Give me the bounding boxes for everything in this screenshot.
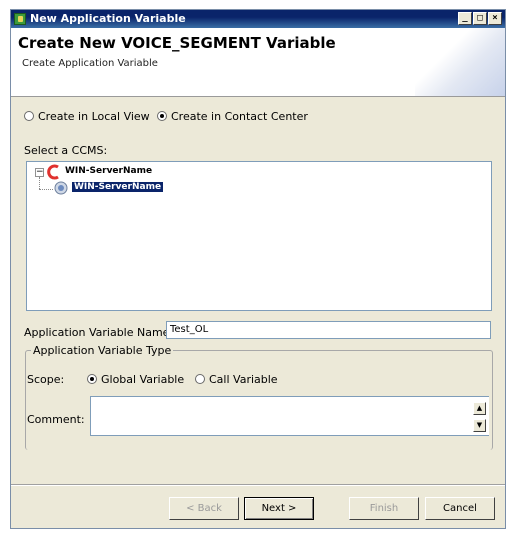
page-title: Create New VOICE_SEGMENT Variable <box>18 34 336 52</box>
local-view-label: Create in Local View <box>38 110 150 123</box>
call-variable-label: Call Variable <box>209 373 278 386</box>
call-variable-radio[interactable] <box>195 374 205 384</box>
variable-name-input[interactable]: Test_OL <box>166 321 491 339</box>
ccms-label: Select a CCMS: <box>24 144 108 157</box>
comment-scroll-up[interactable]: ▲ <box>473 402 486 415</box>
close-button[interactable]: × <box>488 12 502 25</box>
comment-label: Comment: <box>27 413 85 426</box>
local-view-option[interactable]: Create in Local View <box>24 110 150 123</box>
tree-connector <box>39 177 40 189</box>
app-icon <box>14 13 26 25</box>
finish-button[interactable]: Finish <box>349 497 419 520</box>
dialog-window: New Application Variable _ □ × Create Ne… <box>10 9 506 529</box>
contact-center-option[interactable]: Create in Contact Center <box>157 110 308 123</box>
variable-name-label: Application Variable Name: <box>24 326 174 339</box>
tree-connector <box>39 189 53 190</box>
tree-child-label[interactable]: WIN-ServerName <box>72 182 164 192</box>
contact-center-label: Create in Contact Center <box>171 110 308 123</box>
header-banner-graphic <box>415 28 505 96</box>
local-view-radio[interactable] <box>24 111 34 121</box>
comment-scroll-down[interactable]: ▼ <box>473 419 486 432</box>
comment-textarea[interactable] <box>90 396 489 436</box>
tree-collapse-toggle[interactable]: − <box>35 168 44 177</box>
global-variable-option[interactable]: Global Variable <box>87 373 184 386</box>
button-separator <box>11 484 505 486</box>
contact-center-radio[interactable] <box>157 111 167 121</box>
cancel-button[interactable]: Cancel <box>425 497 495 520</box>
page-subtitle: Create Application Variable <box>22 58 158 69</box>
window-title: New Application Variable <box>30 12 186 25</box>
variable-type-group: Application Variable Type Scope: Global … <box>25 344 493 450</box>
minimize-button[interactable]: _ <box>458 12 472 25</box>
global-variable-label: Global Variable <box>101 373 185 386</box>
back-button[interactable]: < Back <box>169 497 239 520</box>
server-icon <box>54 181 68 195</box>
tree-root-label[interactable]: WIN-ServerName <box>65 166 152 176</box>
wizard-header: Create New VOICE_SEGMENT Variable Create… <box>11 28 505 97</box>
ccms-tree[interactable]: − WIN-ServerName WIN-ServerName <box>26 161 492 311</box>
next-button[interactable]: Next > <box>244 497 314 520</box>
global-variable-radio[interactable] <box>87 374 97 384</box>
maximize-button[interactable]: □ <box>473 12 487 25</box>
variable-type-legend: Application Variable Type <box>31 344 174 357</box>
call-variable-option[interactable]: Call Variable <box>195 373 278 386</box>
scope-label: Scope: <box>27 373 65 386</box>
title-bar[interactable]: New Application Variable _ □ × <box>11 10 505 28</box>
ccms-c-icon <box>47 164 59 180</box>
